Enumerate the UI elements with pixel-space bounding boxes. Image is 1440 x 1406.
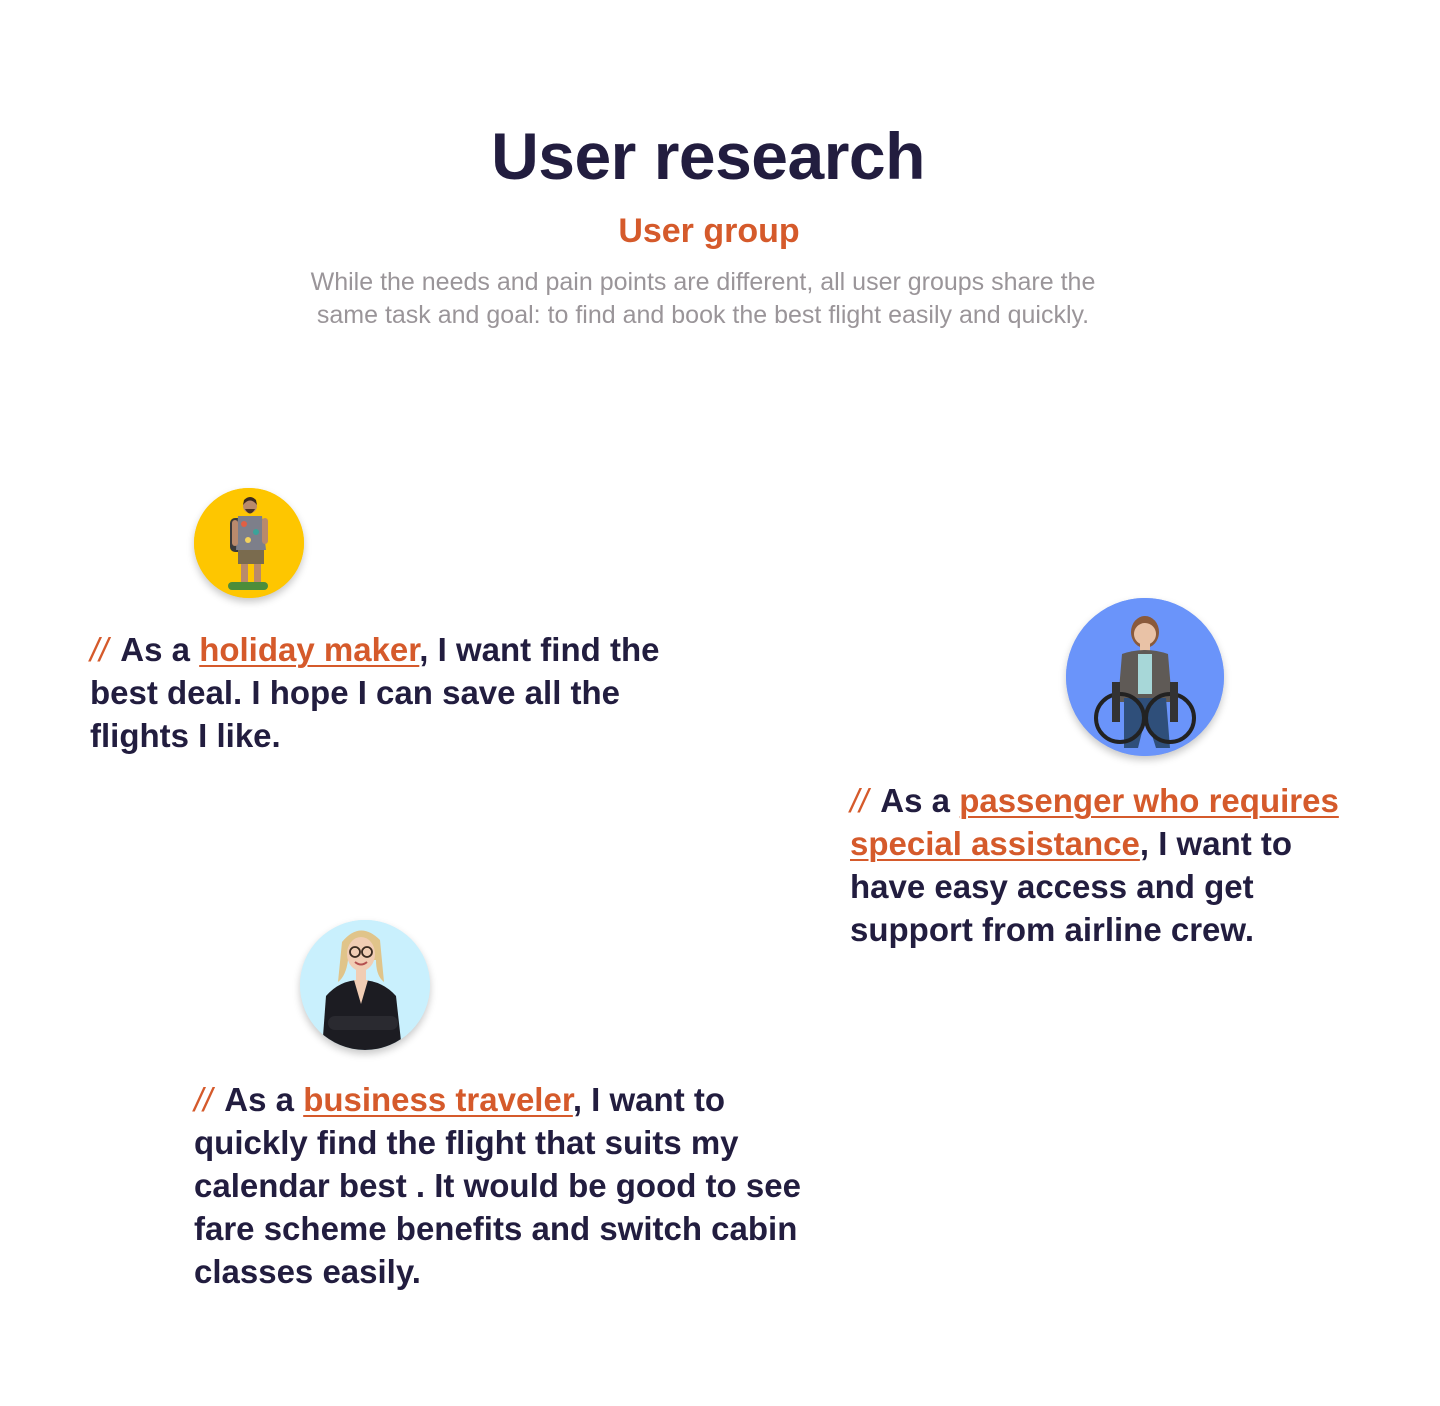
- quote-lead: As a: [120, 631, 191, 668]
- special-assistance-quote: // As a passenger who requires special a…: [850, 779, 1350, 951]
- role-link-holiday-maker[interactable]: holiday maker: [199, 631, 419, 668]
- quote-lead: As a: [224, 1081, 295, 1118]
- business-traveler-avatar: [300, 920, 430, 1050]
- person-icon: [194, 488, 304, 598]
- holiday-maker-avatar: [194, 488, 304, 598]
- business-traveler-quote: // As a business traveler, I want to qui…: [194, 1078, 804, 1293]
- quote-slashes: //: [194, 1081, 213, 1118]
- person-icon: [1066, 598, 1224, 756]
- page-title: User research: [491, 119, 925, 193]
- quote-slashes: //: [90, 631, 109, 668]
- section-description: While the needs and pain points are diff…: [310, 268, 1096, 329]
- person-icon: [300, 920, 430, 1050]
- quote-lead: As a: [880, 782, 951, 819]
- holiday-maker-quote: // As a holiday maker, I want find the b…: [90, 628, 710, 757]
- quote-slashes: //: [850, 782, 869, 819]
- section-subtitle: User group: [618, 212, 800, 250]
- role-link-business-traveler[interactable]: business traveler: [303, 1081, 573, 1118]
- wheelchair-passenger-avatar: [1066, 598, 1224, 756]
